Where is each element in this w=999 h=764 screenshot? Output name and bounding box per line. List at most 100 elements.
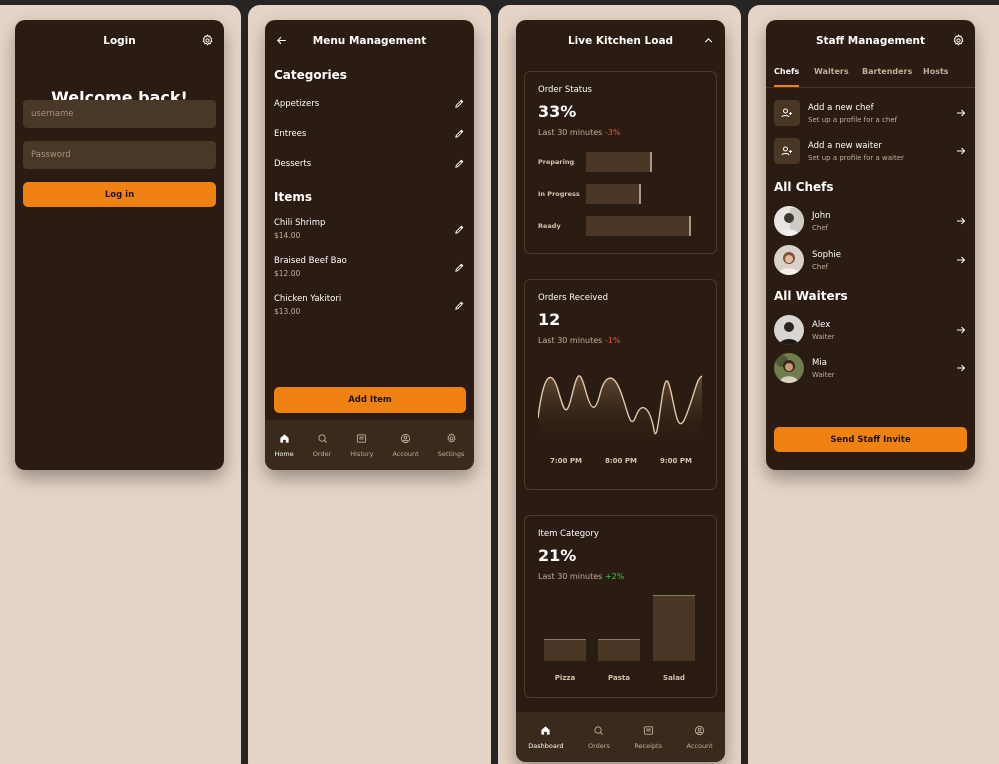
arrow-right-icon[interactable] — [955, 362, 967, 374]
add-staff-row[interactable]: Add a new waiter Set up a profile for a w… — [774, 136, 967, 166]
category-row[interactable]: Desserts — [274, 158, 465, 169]
tab-hosts[interactable]: Hosts — [923, 67, 949, 76]
staff-tabs: Chefs Waiters Bartenders Hosts — [766, 48, 975, 88]
user-plus-icon — [781, 145, 793, 157]
login-button[interactable]: Log in — [23, 182, 216, 207]
home-icon — [279, 433, 290, 444]
search-icon — [317, 433, 328, 444]
staff-name: Mia — [812, 357, 827, 368]
category-label: Entrees — [274, 128, 307, 139]
all-waiters-heading: All Waiters — [774, 289, 848, 303]
active-tab-indicator — [774, 85, 799, 87]
tab-waiters[interactable]: Waiters — [814, 67, 849, 76]
bar-label: Pizza — [554, 674, 576, 682]
bottom-tab-bar: Home Order History Account Settings — [265, 420, 474, 470]
menu-screen: Menu Management Categories Appetizers Ent… — [265, 20, 474, 470]
tab-history[interactable]: History — [350, 433, 373, 458]
row-text: Mia Waiter — [812, 358, 955, 379]
menu-item-text: Braised Beef Bao $12.00 — [274, 256, 347, 278]
tab-bartenders[interactable]: Bartenders — [862, 67, 912, 76]
menu-item-row[interactable]: Braised Beef Bao $12.00 — [274, 256, 465, 278]
tab-home[interactable]: Home — [275, 433, 294, 458]
avatar — [774, 315, 804, 345]
add-item-button[interactable]: Add Item — [274, 387, 466, 413]
back-arrow-icon[interactable] — [275, 34, 288, 47]
tab-account[interactable]: Account — [686, 725, 713, 750]
delta-badge: +2% — [604, 572, 625, 581]
avatar — [774, 245, 804, 275]
tab-dashboard[interactable]: Dashboard — [528, 725, 564, 750]
send-invite-button[interactable]: Send Staff Invite — [774, 427, 967, 452]
orders-line-area — [538, 375, 702, 442]
menu-item-row[interactable]: Chicken Yakitori $13.00 — [274, 294, 465, 316]
menu-item-name: Chili Shrimp — [274, 218, 326, 228]
order-status-card: Order Status 33% Last 30 minutes -3% Pre… — [524, 71, 717, 254]
action-title-subtitle: Set up a profile for a chef — [808, 115, 898, 124]
tab-settings[interactable]: Settings — [438, 432, 464, 458]
staff-name: Sophie — [812, 249, 841, 260]
chevron-up-icon[interactable] — [702, 34, 715, 47]
staff-name: Alex — [812, 319, 831, 330]
pencil-icon[interactable] — [454, 224, 465, 235]
kitchen-screen: Live Kitchen Load Order Status 33% Last … — [516, 20, 725, 762]
menu-item-price: $12.00 — [274, 269, 301, 278]
bar-label: Pasta — [608, 674, 630, 682]
pencil-icon[interactable] — [454, 128, 465, 139]
staff-name-subtitle: Waiter — [812, 370, 835, 379]
tab-receipts[interactable]: Receipts — [634, 725, 662, 750]
tab-label: Account — [686, 741, 713, 750]
pencil-icon[interactable] — [454, 98, 465, 109]
user-icon — [694, 725, 705, 736]
pencil-icon[interactable] — [454, 262, 465, 273]
menu-item-price: $13.00 — [274, 307, 301, 316]
card-subtitle: Last 30 minutes +2% — [538, 572, 625, 581]
password-input[interactable] — [23, 141, 216, 169]
row-text: Sophie Chef — [812, 250, 955, 271]
menu-item-row[interactable]: Chili Shrimp $14.00 — [274, 218, 465, 240]
action-title-subtitle: Set up a profile for a waiter — [808, 153, 904, 162]
row-text: John Chef — [812, 211, 955, 232]
categories-heading: Categories — [274, 68, 347, 82]
gear-icon[interactable] — [952, 34, 965, 47]
page-title: Menu Management — [312, 35, 427, 47]
orders-received-card: Orders Received 12 Last 30 minutes -1% 7… — [524, 279, 717, 490]
row-text: Add a new chef Set up a profile for a che… — [808, 103, 955, 124]
arrow-right-icon[interactable] — [955, 254, 967, 266]
login-screen: Login Welcome back! Log in — [15, 20, 224, 470]
category-label: Appetizers — [274, 98, 320, 109]
arrow-right-icon[interactable] — [955, 107, 967, 119]
tab-order[interactable]: Order — [313, 433, 331, 458]
chef-row[interactable]: John Chef — [774, 206, 967, 236]
pencil-icon[interactable] — [454, 158, 465, 169]
arrow-right-icon[interactable] — [955, 324, 967, 336]
search-icon — [593, 725, 604, 736]
pencil-icon[interactable] — [454, 300, 465, 311]
staff-name: John — [812, 210, 831, 221]
avatar — [774, 353, 804, 383]
tab-orders[interactable]: Orders — [588, 725, 610, 750]
list-icon — [356, 433, 367, 444]
username-input[interactable] — [23, 100, 216, 128]
arrow-right-icon[interactable] — [955, 215, 967, 227]
category-bar — [653, 595, 695, 661]
tab-label: Account — [392, 449, 419, 458]
x-axis-label: 8:00 PM — [605, 457, 637, 465]
tab-chefs[interactable]: Chefs — [774, 67, 799, 76]
arrow-right-icon[interactable] — [955, 145, 967, 157]
delta-badge: -1% — [604, 336, 621, 345]
waiter-row[interactable]: Mia Waiter — [774, 353, 967, 383]
row-text: Add a new waiter Set up a profile for a w… — [808, 141, 955, 162]
card-subtitle: Last 30 minutes -1% — [538, 336, 621, 345]
waiter-row[interactable]: Alex Waiter — [774, 315, 967, 345]
tab-label: Order — [312, 449, 332, 458]
add-staff-row[interactable]: Add a new chef Set up a profile for a che… — [774, 98, 967, 128]
chef-row[interactable]: Sophie Chef — [774, 245, 967, 275]
category-row[interactable]: Entrees — [274, 128, 465, 139]
bar-label: In Progress — [538, 190, 580, 198]
tab-account[interactable]: Account — [392, 433, 419, 458]
card-subtitle: Last 30 minutes -3% — [538, 128, 621, 137]
items-heading: Items — [274, 190, 312, 204]
menu-item-name: Chicken Yakitori — [274, 294, 342, 304]
gear-icon[interactable] — [201, 34, 214, 47]
category-row[interactable]: Appetizers — [274, 98, 465, 109]
